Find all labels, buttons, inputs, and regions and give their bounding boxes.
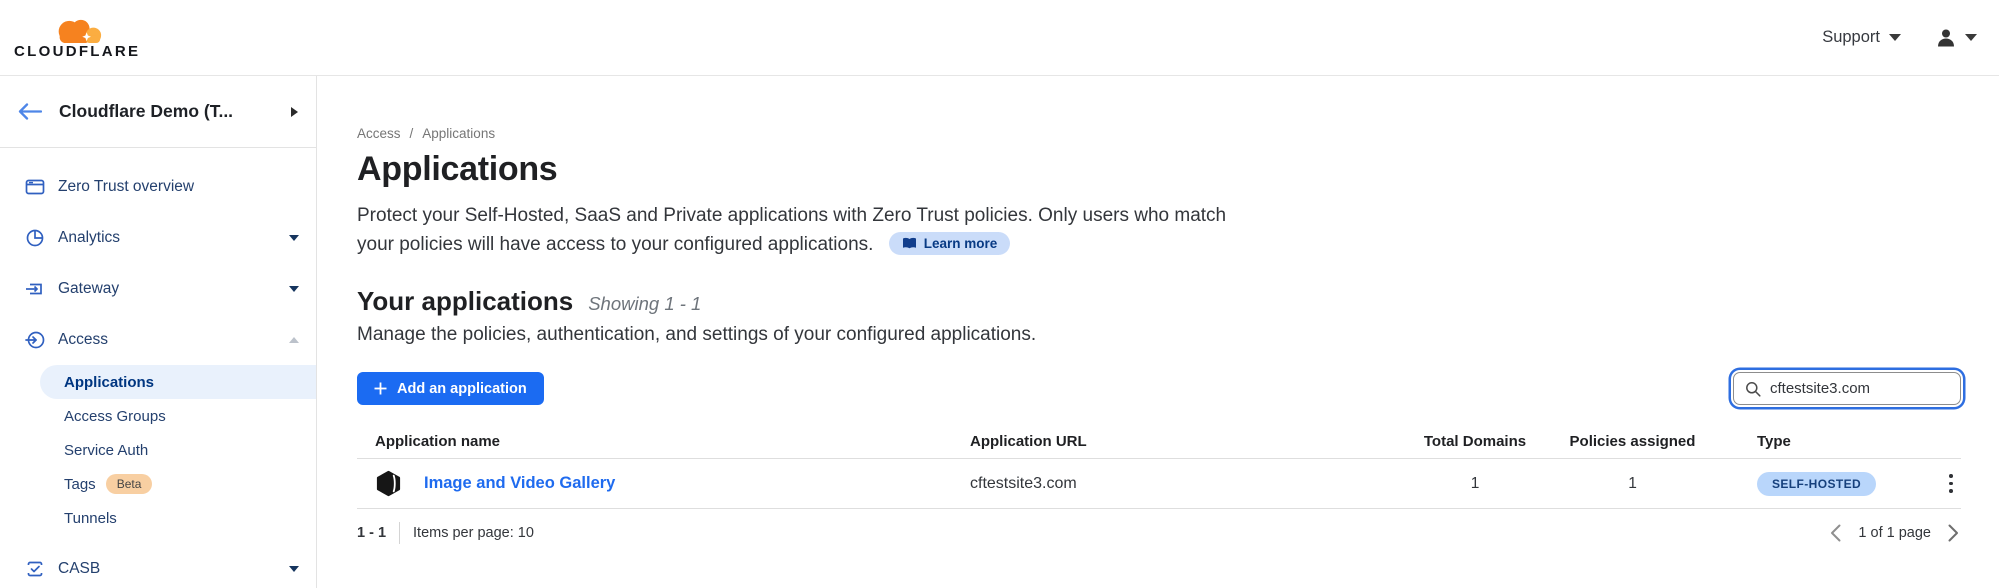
sidebar-item-label: Zero Trust overview: [58, 178, 194, 196]
col-header-application-name: Application name: [357, 433, 970, 450]
header-right: Support: [1822, 27, 1977, 49]
page-next-icon[interactable]: [1946, 522, 1961, 544]
cloudflare-cloud-icon: [50, 16, 104, 45]
support-caret-icon: [1889, 34, 1901, 41]
sidebar-item-tunnels[interactable]: Tunnels: [0, 501, 316, 535]
sidebar: Cloudflare Demo (T... Zero Trust overvie…: [0, 76, 317, 588]
pagination-range: 1 - 1: [357, 525, 386, 541]
add-application-label: Add an application: [397, 381, 527, 397]
cube-icon: [375, 470, 402, 497]
chevron-up-icon[interactable]: [289, 337, 299, 343]
breadcrumb: Access / Applications: [357, 126, 1961, 141]
support-menu[interactable]: Support: [1822, 28, 1901, 47]
book-icon: [902, 237, 917, 250]
kebab-menu-icon[interactable]: [1941, 468, 1961, 498]
pager: 1 of 1 page: [1828, 522, 1961, 544]
pagination-divider: [399, 522, 400, 544]
showing-count: Showing 1 - 1: [588, 293, 701, 315]
search-input[interactable]: [1770, 380, 1949, 397]
sidebar-nav: Zero Trust overview Analytics: [0, 148, 316, 588]
cloudflare-zero-trust-dashboard: CLOUDFLARE Support: [0, 0, 1999, 588]
controls-row: Add an application: [357, 372, 1961, 405]
pie-chart-icon: [24, 228, 45, 248]
sidebar-item-access[interactable]: Access: [0, 314, 316, 365]
section-subheading: Manage the policies, authentication, and…: [357, 324, 1961, 346]
breadcrumb-separator: /: [410, 126, 414, 141]
access-sub-list: Applications Access Groups Service Auth …: [0, 365, 316, 535]
user-caret-icon: [1965, 34, 1977, 41]
breadcrumb-access[interactable]: Access: [357, 126, 401, 141]
search-icon: [1745, 381, 1761, 397]
top-header: CLOUDFLARE Support: [0, 0, 1999, 76]
account-switcher: Cloudflare Demo (T...: [0, 76, 316, 148]
learn-more-button[interactable]: Learn more: [889, 232, 1011, 255]
table-header-row: Application name Application URL Total D…: [357, 425, 1961, 459]
user-menu[interactable]: [1935, 27, 1977, 49]
application-name-link[interactable]: Image and Video Gallery: [424, 474, 615, 493]
window-icon: [24, 177, 45, 197]
chevron-down-icon[interactable]: [289, 286, 299, 292]
beta-badge: Beta: [106, 474, 153, 494]
chevron-down-icon[interactable]: [289, 566, 299, 572]
login-icon: [24, 330, 45, 350]
sidebar-item-tags[interactable]: Tags Beta: [0, 467, 316, 501]
sidebar-item-zero-trust-overview[interactable]: Zero Trust overview: [0, 161, 316, 212]
col-header-total-domains: Total Domains: [1410, 433, 1540, 450]
sidebar-item-label: Tunnels: [64, 510, 117, 527]
table-row: Image and Video Gallery cftestsite3.com …: [357, 459, 1961, 509]
sidebar-item-label: Tags: [64, 476, 96, 493]
support-label: Support: [1822, 28, 1880, 47]
sidebar-item-access-groups[interactable]: Access Groups: [0, 399, 316, 433]
back-arrow-icon[interactable]: [18, 103, 42, 120]
sidebar-item-label: Gateway: [58, 280, 119, 298]
items-per-page: Items per page: 10: [413, 525, 534, 541]
col-header-application-url: Application URL: [970, 433, 1410, 450]
sidebar-item-label: Applications: [64, 374, 154, 391]
sidebar-item-casb[interactable]: CASB: [0, 543, 316, 588]
main-content: Access / Applications Applications Prote…: [317, 76, 1999, 588]
cloudflare-logo[interactable]: CLOUDFLARE: [14, 16, 140, 60]
page-title: Applications: [357, 150, 1961, 189]
type-badge: SELF-HOSTED: [1757, 472, 1876, 496]
sidebar-item-label: Service Auth: [64, 442, 148, 459]
sidebar-item-label: Access Groups: [64, 408, 166, 425]
sidebar-item-label: CASB: [58, 560, 100, 578]
pagination: 1 - 1 Items per page: 10 1 of 1 page: [357, 522, 1961, 544]
chevron-down-icon[interactable]: [289, 235, 299, 241]
sidebar-item-applications[interactable]: Applications: [40, 365, 316, 399]
account-name[interactable]: Cloudflare Demo (T...: [59, 101, 233, 122]
section-title: Your applications: [357, 286, 573, 317]
sidebar-item-gateway[interactable]: Gateway: [0, 263, 316, 314]
col-header-policies-assigned: Policies assigned: [1540, 433, 1725, 450]
total-domains-value: 1: [1410, 475, 1540, 493]
logo-wordmark: CLOUDFLARE: [14, 43, 140, 60]
add-application-button[interactable]: Add an application: [357, 372, 544, 405]
sidebar-item-label: Access: [58, 331, 108, 349]
expand-right-icon[interactable]: [291, 107, 298, 117]
page-prev-icon[interactable]: [1828, 522, 1843, 544]
section-head: Your applications Showing 1 - 1: [357, 286, 1961, 317]
page-description: Protect your Self-Hosted, SaaS and Priva…: [357, 201, 1241, 259]
plus-icon: [374, 382, 387, 395]
learn-more-label: Learn more: [924, 236, 998, 251]
page-indicator: 1 of 1 page: [1858, 525, 1931, 541]
sidebar-item-label: Analytics: [58, 229, 120, 247]
sidebar-item-service-auth[interactable]: Service Auth: [0, 433, 316, 467]
description-text: Protect your Self-Hosted, SaaS and Priva…: [357, 205, 1226, 255]
policies-assigned-value: 1: [1540, 475, 1725, 493]
col-header-type: Type: [1725, 433, 1921, 450]
search-box: [1733, 372, 1961, 405]
breadcrumb-applications[interactable]: Applications: [422, 126, 495, 141]
gateway-icon: [24, 279, 45, 299]
sidebar-item-analytics[interactable]: Analytics: [0, 212, 316, 263]
casb-check-icon: [24, 559, 45, 579]
user-icon: [1935, 27, 1957, 49]
applications-table: Application name Application URL Total D…: [357, 425, 1961, 509]
application-url: cftestsite3.com: [970, 475, 1410, 493]
